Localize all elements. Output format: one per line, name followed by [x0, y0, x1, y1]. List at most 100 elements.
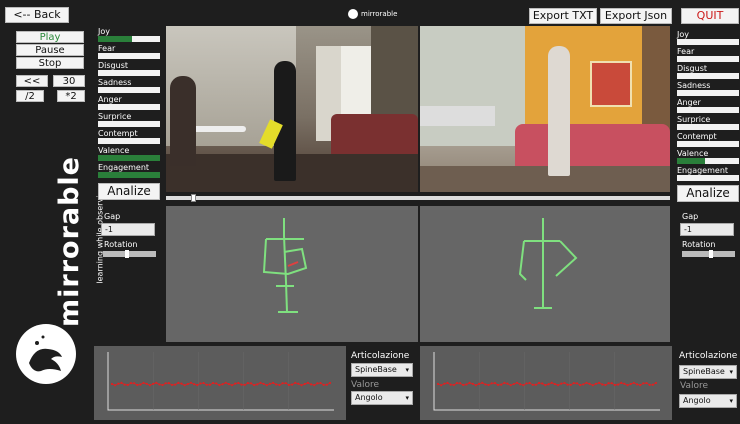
- gap-right-input[interactable]: -1: [680, 223, 734, 236]
- emotion-bar-fill: [98, 155, 160, 161]
- emotion-bar-surprice-right: [677, 124, 739, 130]
- chart-series-line: [111, 382, 331, 386]
- emotion-bar-contempt-right: [677, 141, 739, 147]
- analize-right-button[interactable]: Analize: [677, 185, 739, 202]
- emotion-bar-contempt-left: [98, 138, 160, 144]
- emotion-label-anger-right: Anger: [677, 98, 701, 107]
- emotion-label-valence-right: Valence: [677, 149, 709, 158]
- header-logo: mirrorable: [348, 9, 397, 19]
- emotion-label-contempt-left: Contempt: [98, 129, 138, 138]
- emotion-label-contempt-right: Contempt: [677, 132, 717, 141]
- valore-right-value: Angolo: [683, 396, 711, 405]
- chart-axis: [107, 352, 334, 411]
- analize-left-button[interactable]: Analize: [98, 183, 160, 200]
- articolazione-left-value: SpineBase: [355, 365, 397, 374]
- rotation-right-thumb[interactable]: [708, 250, 713, 258]
- rewind-30-button[interactable]: << 30: [16, 75, 48, 99]
- articolazione-right-value: SpineBase: [683, 367, 725, 376]
- logo-icon: [348, 9, 358, 19]
- emotion-bar-fill: [677, 158, 705, 164]
- gap-left-label: Gap: [104, 212, 121, 221]
- emotion-bar-surprice-left: [98, 121, 160, 127]
- export-json-button[interactable]: Export Json: [600, 8, 672, 24]
- emotion-label-joy-right: Joy: [677, 30, 689, 39]
- pause-button[interactable]: Pause: [16, 44, 84, 56]
- articolazione-right-label: Articolazione: [679, 351, 738, 361]
- emotion-bar-anger-left: [98, 104, 160, 110]
- emotion-label-engagement-right: Engagement: [677, 166, 729, 175]
- forward-30-button[interactable]: 30 >>: [53, 75, 85, 99]
- emotion-bar-disgust-left: [98, 70, 160, 76]
- emotion-bar-fill: [98, 36, 133, 42]
- right-joint-chart-svg: [433, 352, 660, 411]
- emotion-label-fear-left: Fear: [98, 44, 116, 53]
- articolazione-left-label: Articolazione: [351, 351, 410, 361]
- left-skeleton: [262, 218, 308, 313]
- valore-left-label: Valore: [351, 380, 380, 390]
- export-txt-button[interactable]: Export TXT: [529, 8, 597, 24]
- left-joint-chart-svg: [107, 352, 334, 411]
- articolazione-right-select[interactable]: SpineBase ▾: [679, 365, 737, 379]
- back-button[interactable]: <-- Back: [5, 7, 69, 23]
- timeline-track[interactable]: [166, 194, 670, 202]
- left-skeleton-panel: [166, 206, 418, 342]
- speed-double-button[interactable]: *2: [57, 90, 85, 102]
- valore-right-select[interactable]: Angolo ▾: [679, 394, 737, 408]
- emotion-label-joy-left: Joy: [98, 27, 110, 36]
- chart-series-line: [437, 382, 657, 386]
- brand-name: mirrorable: [54, 156, 85, 327]
- emotion-bar-engagement-right: [677, 175, 739, 181]
- emotion-bar-fill: [98, 172, 160, 178]
- emotion-bar-anger-right: [677, 107, 739, 113]
- stop-button[interactable]: Stop: [16, 57, 84, 69]
- emotion-label-valence-left: Valence: [98, 146, 130, 155]
- emotion-bar-sadness-left: [98, 87, 160, 93]
- emotion-label-surprice-right: Surprice: [677, 115, 711, 124]
- emotion-label-disgust-right: Disgust: [677, 64, 708, 73]
- brand: mirrorable learning while observing: [20, 156, 105, 327]
- valore-right-label: Valore: [680, 381, 709, 391]
- play-button[interactable]: Play: [16, 31, 84, 43]
- gap-left-input[interactable]: -1: [101, 223, 155, 236]
- right-skeleton-panel: [420, 206, 670, 342]
- gap-right-label: Gap: [682, 212, 699, 221]
- emotion-label-engagement-left: Engagement: [98, 163, 150, 172]
- emotion-label-sadness-right: Sadness: [677, 81, 711, 90]
- chevron-down-icon: ▾: [729, 368, 733, 376]
- emotion-bar-joy-right: [677, 39, 739, 45]
- right-video: [420, 26, 670, 192]
- valore-left-select[interactable]: Angolo ▾: [351, 391, 413, 405]
- rotation-left-thumb[interactable]: [125, 250, 130, 258]
- left-video: [166, 26, 418, 192]
- articolazione-left-select[interactable]: SpineBase ▾: [351, 363, 413, 377]
- emotion-bar-fear-right: [677, 56, 739, 62]
- emotion-label-anger-left: Anger: [98, 95, 122, 104]
- rotation-right-label: Rotation: [682, 240, 716, 249]
- right-skeleton: [518, 218, 578, 309]
- header-logo-text: mirrorable: [361, 10, 398, 18]
- chart-axis: [433, 352, 660, 411]
- left-joint-chart: [94, 346, 346, 420]
- emotion-bar-sadness-right: [677, 90, 739, 96]
- emotion-label-disgust-left: Disgust: [98, 61, 129, 70]
- valore-left-value: Angolo: [355, 393, 383, 402]
- quit-button[interactable]: QUIT: [681, 8, 739, 24]
- brand-logo-icon: [16, 324, 76, 384]
- emotion-bar-valence-right: [677, 158, 739, 164]
- emotion-label-surprice-left: Surprice: [98, 112, 132, 121]
- rotation-right-slider[interactable]: [682, 250, 735, 258]
- chevron-down-icon: ▾: [405, 394, 409, 402]
- timeline-thumb[interactable]: [191, 194, 196, 202]
- emotion-bar-engagement-left: [98, 172, 160, 178]
- rotation-left-label: Rotation: [104, 240, 138, 249]
- emotion-bar-disgust-right: [677, 73, 739, 79]
- chevron-down-icon: ▾: [729, 397, 733, 405]
- chevron-down-icon: ▾: [405, 366, 409, 374]
- emotion-label-sadness-left: Sadness: [98, 78, 132, 87]
- speed-half-button[interactable]: /2: [16, 90, 44, 102]
- emotion-bar-fear-left: [98, 53, 160, 59]
- right-joint-chart: [420, 346, 672, 420]
- emotion-label-fear-right: Fear: [677, 47, 695, 56]
- rotation-left-slider[interactable]: [103, 250, 156, 258]
- emotion-bar-valence-left: [98, 155, 160, 161]
